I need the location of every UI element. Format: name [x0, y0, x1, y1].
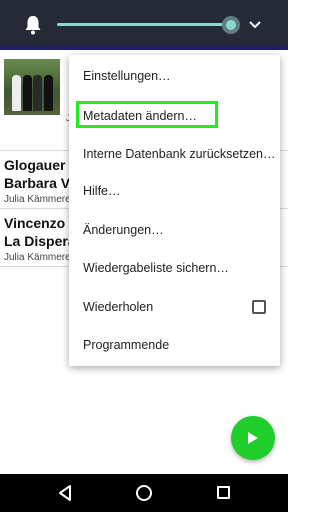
album-cover-image [4, 59, 60, 115]
list-item-title: La Dispera [4, 233, 76, 249]
home-icon[interactable] [136, 485, 152, 501]
menu-item-repeat[interactable]: Wiederholen [69, 288, 280, 326]
play-button[interactable] [231, 416, 275, 460]
volume-slider-track[interactable] [57, 23, 231, 26]
selection-highlight [76, 101, 218, 128]
menu-item-settings[interactable]: Einstellungen… [69, 57, 280, 95]
menu-item-changes[interactable]: Änderungen… [69, 211, 280, 249]
chevron-down-icon[interactable] [248, 18, 262, 32]
top-app-bar [0, 0, 288, 50]
volume-slider-thumb[interactable] [222, 16, 240, 34]
menu-item-repeat-label: Wiederholen [83, 300, 154, 314]
menu-item-help[interactable]: Hilfe… [69, 172, 280, 210]
menu-item-save-playlist[interactable]: Wiedergabeliste sichern… [69, 249, 280, 287]
bell-icon[interactable] [24, 15, 42, 35]
system-navigation-bar [0, 474, 288, 512]
list-item-title: Glogauer l [4, 157, 74, 173]
list-item-title: Vincenzo I [4, 215, 73, 231]
repeat-checkbox[interactable] [252, 300, 266, 314]
back-icon[interactable] [57, 484, 73, 502]
menu-item-exit[interactable]: Programmende [69, 326, 280, 364]
recent-apps-icon[interactable] [217, 486, 230, 499]
play-icon [248, 432, 258, 444]
menu-item-reset-database[interactable]: Interne Datenbank zurücksetzen… [69, 135, 280, 173]
list-item-title: Barbara Vi [4, 175, 74, 191]
list-item-artist: Julia Kämmere [4, 194, 71, 205]
list-item-artist: Julia Kämmere [4, 252, 71, 263]
